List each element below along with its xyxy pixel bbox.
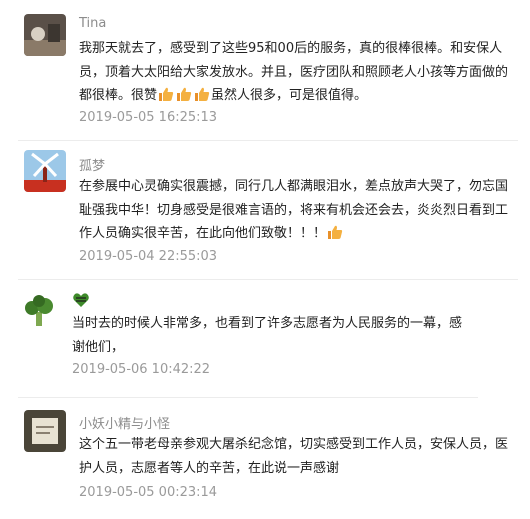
- username[interactable]: 小妖小精与小怪: [79, 413, 170, 432]
- timestamp: 2019-05-04 22:55:03: [79, 249, 218, 264]
- divider: [18, 397, 478, 398]
- comment-text: 在参展中心灵确实很震撼，同行几人都满眼泪水，差点放声大哭了，勿忘国耻强我中华！切…: [79, 179, 509, 241]
- username[interactable]: Tina: [79, 16, 106, 31]
- timestamp: 2019-05-05 00:23:14: [79, 485, 218, 500]
- timestamp: 2019-05-05 16:25:13: [79, 110, 218, 125]
- thumbs-up-icon: [195, 87, 210, 101]
- thumbs-up-icon: [328, 225, 343, 239]
- comment-text: 我那天就去了，感受到了这些95和00后的服务，真的很棒很棒。和安保人员，顶着大太…: [79, 41, 509, 103]
- windmill-avatar-icon: [24, 150, 66, 192]
- divider: [18, 140, 518, 141]
- comment-text: 当时去的时候人非常多，也看到了许多志愿者为人民服务的一幕，感谢他们，: [72, 316, 463, 355]
- thumbs-up-icon: [159, 87, 174, 101]
- avatar[interactable]: [24, 150, 66, 192]
- timestamp: 2019-05-06 10:42:22: [72, 362, 211, 377]
- photo-avatar-icon: [24, 410, 66, 452]
- avatar-photo-icon: [24, 14, 66, 56]
- avatar[interactable]: [24, 14, 66, 56]
- username[interactable]: 孤梦: [79, 155, 105, 174]
- comment-text: 这个五一带老母亲参观大屠杀纪念馆，切实感受到工作人员，安保人员，医护人员，志愿者…: [79, 437, 509, 476]
- avatar[interactable]: [18, 290, 60, 332]
- heart-badge-icon: [73, 293, 89, 307]
- divider: [18, 279, 518, 280]
- thumbs-up-icon: [177, 87, 192, 101]
- broccoli-avatar-icon: [18, 290, 60, 332]
- avatar[interactable]: [24, 410, 66, 452]
